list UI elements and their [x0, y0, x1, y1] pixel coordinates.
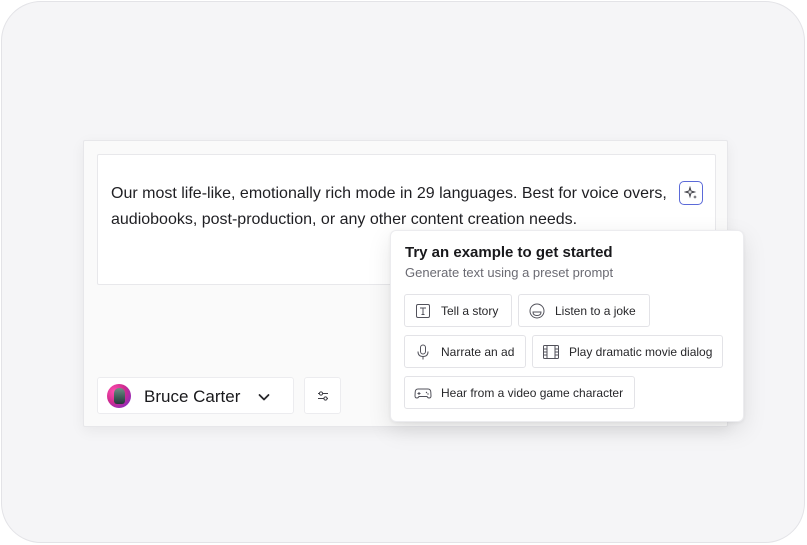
chip-label: Narrate an ad: [441, 344, 515, 359]
chip-label: Play dramatic movie dialog: [569, 344, 713, 359]
chip-hear-from-a-video-game-character[interactable]: Hear from a video game character: [404, 376, 635, 409]
examples-popover: Try an example to get started Generate t…: [390, 230, 744, 422]
voice-settings-button[interactable]: [304, 377, 341, 414]
outer-frame: Our most life-like, emotionally rich mod…: [1, 1, 805, 543]
examples-subtitle: Generate text using a preset prompt: [405, 265, 614, 280]
chip-listen-to-a-joke[interactable]: Listen to a joke: [518, 294, 650, 327]
voice-name: Bruce Carter: [144, 387, 241, 406]
sparkle-icon: [684, 186, 697, 199]
chip-label: Listen to a joke: [555, 303, 636, 318]
chip-narrate-an-ad[interactable]: Narrate an ad: [404, 335, 526, 368]
chip-tell-a-story[interactable]: Tell a story: [404, 294, 512, 327]
chip-label: Hear from a video game character: [441, 385, 624, 400]
microphone-icon: [417, 344, 429, 359]
film-icon: [543, 344, 559, 359]
chevron-down-icon: [258, 394, 270, 401]
smile-icon: [529, 303, 545, 318]
gamepad-icon: [414, 388, 432, 399]
text-icon: [416, 303, 430, 318]
sparkle-button[interactable]: [679, 181, 703, 205]
chip-play-dramatic-movie-dialog[interactable]: Play dramatic movie dialog: [532, 335, 723, 368]
examples-title: Try an example to get started: [405, 244, 613, 261]
voice-selector[interactable]: Bruce Carter: [97, 377, 294, 414]
text-input-content[interactable]: Our most life-like, emotionally rich mod…: [111, 181, 686, 233]
chip-label: Tell a story: [441, 303, 499, 318]
sliders-icon: [317, 390, 328, 401]
avatar: [107, 384, 131, 408]
